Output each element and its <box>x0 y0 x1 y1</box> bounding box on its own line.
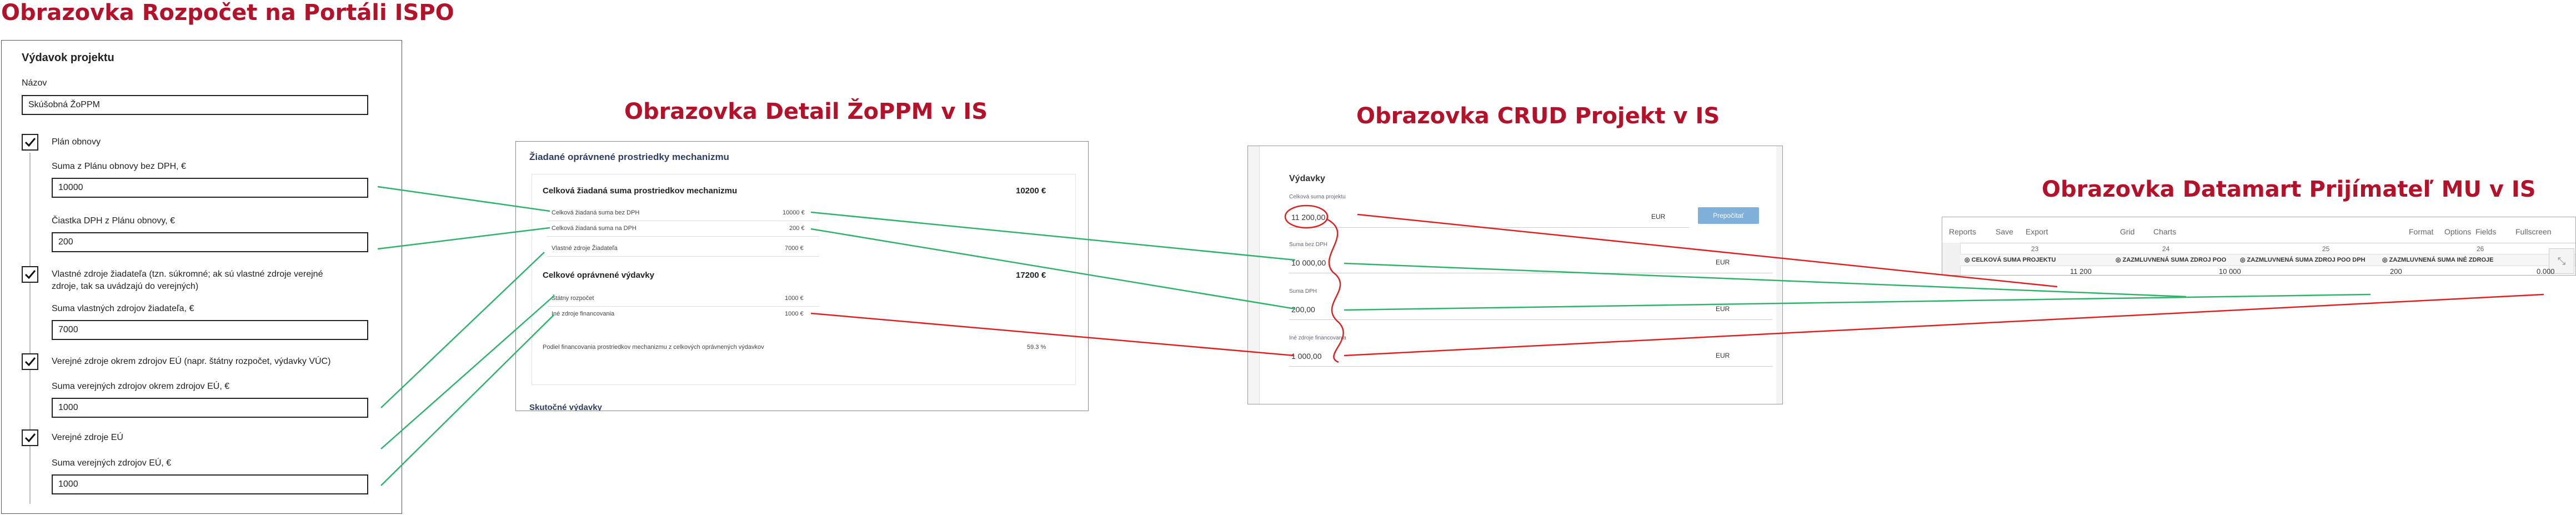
link-line <box>810 211 1296 261</box>
link-line <box>810 312 1295 357</box>
link-line <box>377 227 550 250</box>
link-line <box>380 314 555 486</box>
link-line <box>1344 293 2371 311</box>
link-line <box>380 295 555 449</box>
link-line <box>1344 262 2187 298</box>
highlight-squiggle <box>1326 218 1344 363</box>
connector-lines <box>377 186 2544 486</box>
link-line <box>810 228 1296 310</box>
highlight-circle <box>1284 204 1329 229</box>
link-line <box>380 252 545 408</box>
link-line <box>1357 213 2058 288</box>
link-line <box>1344 293 2544 357</box>
link-line <box>377 186 550 212</box>
